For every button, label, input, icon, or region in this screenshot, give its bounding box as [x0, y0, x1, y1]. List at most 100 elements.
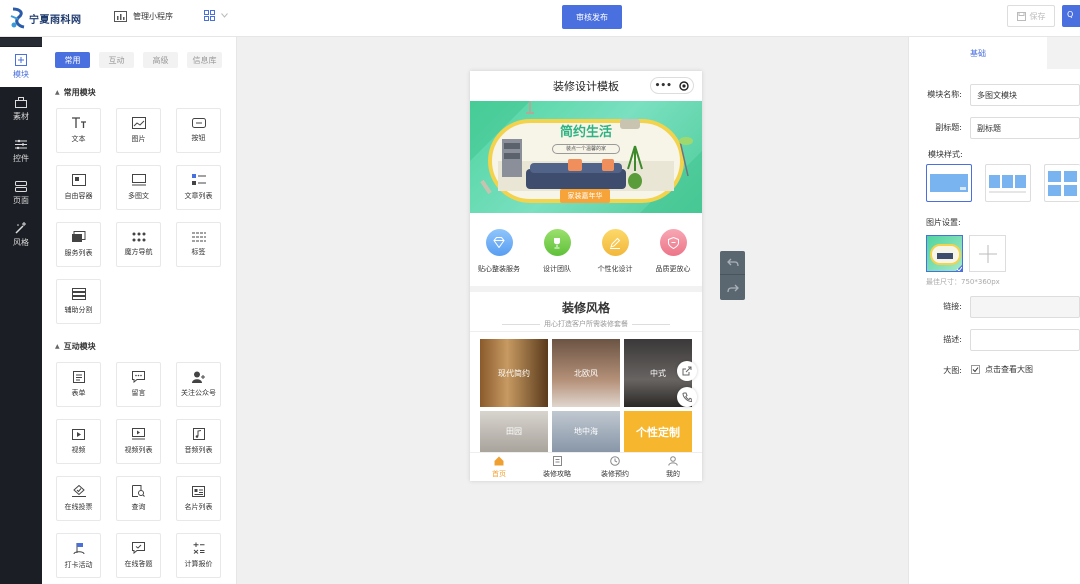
tab-advanced[interactable]: 高级 [143, 52, 178, 68]
banner-headline: 简约生活 [559, 125, 612, 140]
module-free-container[interactable]: 自由容器 [56, 165, 101, 210]
sidebar-item-style[interactable]: 风格 [0, 215, 42, 255]
undo-button[interactable] [720, 251, 745, 275]
feature-item[interactable]: 设计团队 [528, 229, 586, 274]
big-image-checkbox[interactable]: 点击查看大图 [971, 364, 1033, 375]
style-option-2[interactable] [985, 164, 1031, 202]
sidebar-item-page[interactable]: 页面 [0, 173, 42, 213]
tab-common[interactable]: 常用 [55, 52, 90, 68]
video-icon [72, 428, 85, 440]
tag-icon [191, 232, 206, 242]
pencil-icon [601, 229, 629, 256]
photo-nordic[interactable]: 北欧风 [552, 339, 620, 407]
sidebar-item-label: 页面 [13, 195, 29, 205]
module-button[interactable]: 按钮 [176, 108, 221, 153]
save-button[interactable]: 保存 [1007, 5, 1055, 27]
banner-button[interactable]: 家装嘉年华 [560, 189, 610, 203]
tabbar-guide[interactable]: 装修攻略 [528, 453, 586, 481]
photo-modern-simple[interactable]: 现代简约 [480, 339, 548, 407]
photo-mediterranean[interactable]: 地中海 [552, 411, 620, 452]
tab-interact[interactable]: 互动 [99, 52, 134, 68]
form-icon [72, 371, 85, 383]
tabbar-home[interactable]: 首页 [470, 453, 528, 481]
caret-icon: ▲ [55, 89, 60, 96]
interact-section-title[interactable]: ▲ 互动模块 [55, 341, 96, 352]
image-thumbnail[interactable] [926, 235, 963, 272]
module-text[interactable]: 文本 [56, 108, 101, 153]
publish-button[interactable]: 审核发布 [562, 5, 622, 29]
plus-icon [978, 244, 997, 263]
tab-basic[interactable]: 基础 [909, 37, 1047, 69]
link-input[interactable] [970, 296, 1080, 318]
section-subtitle-text: 用心打造客户所需装修套餐 [544, 320, 628, 328]
module-service-list[interactable]: 服务列表 [56, 222, 101, 267]
image-size-hint: 最佳尺寸：750*360px [926, 278, 1000, 286]
phone-preview[interactable]: 装修设计模板 ••• 简约生活 装点一个温馨的家 家装嘉年华 贴心整装服务 设计… [470, 71, 702, 481]
photo-custom[interactable]: 个性定制 [624, 411, 692, 452]
module-video-list[interactable]: 视频列表 [116, 419, 161, 464]
sidebar-item-material[interactable]: 素材 [0, 89, 42, 129]
module-label: 文章列表 [184, 192, 213, 200]
manage-miniprogram-link[interactable]: 管理小程序 [114, 11, 173, 22]
subtitle-input[interactable]: 副标题 [970, 117, 1080, 139]
share-float-button[interactable] [677, 361, 697, 381]
sidebar-item-control[interactable]: 控件 [0, 131, 42, 171]
feature-item[interactable]: 个性化设计 [586, 229, 644, 274]
module-article-list[interactable]: 文章列表 [176, 165, 221, 210]
image-setting-label: 图片设置: [926, 218, 961, 227]
style-option-3[interactable] [1044, 164, 1080, 202]
common-section-title[interactable]: ▲ 常用模块 [55, 87, 96, 98]
container-icon [71, 174, 86, 186]
module-vote[interactable]: 在线投票 [56, 476, 101, 521]
tabbar-mine[interactable]: 我的 [644, 453, 702, 481]
module-form[interactable]: 表单 [56, 362, 101, 407]
material-icon [15, 96, 27, 108]
sidebar-item-label: 模块 [13, 70, 29, 79]
module-quiz[interactable]: 在线答题 [116, 533, 161, 578]
video-list-icon [132, 428, 145, 440]
diamond-icon [485, 229, 513, 256]
module-name-input[interactable]: 多图文模块 [970, 84, 1080, 106]
apps-menu[interactable] [204, 10, 228, 21]
module-checkin[interactable]: 打卡活动 [56, 533, 101, 578]
page-icon [15, 180, 27, 192]
redo-button[interactable] [720, 276, 745, 300]
music-icon [192, 428, 205, 440]
module-quote-calc[interactable]: 计算报价 [176, 533, 221, 578]
module-video[interactable]: 视频 [56, 419, 101, 464]
preview-button[interactable]: Q [1062, 5, 1080, 27]
sidebar-item-module[interactable]: 模块 [0, 47, 42, 87]
module-tag[interactable]: 标签 [176, 222, 221, 267]
logo[interactable]: 宁夏雨科网 [10, 7, 82, 29]
module-image[interactable]: 图片 [116, 108, 161, 153]
module-message[interactable]: 留言 [116, 362, 161, 407]
photo-label: 个性定制 [636, 425, 680, 439]
feature-item[interactable]: 品质更放心 [644, 229, 702, 274]
phone-float-button[interactable] [677, 387, 697, 407]
module-card-list[interactable]: 名片列表 [176, 476, 221, 521]
module-multi-image-text[interactable]: 多图文 [116, 165, 161, 210]
photo-pastoral[interactable]: 田园 [480, 411, 548, 452]
tab-info[interactable]: 信息库 [187, 52, 222, 68]
module-cube-nav[interactable]: 魔方导航 [116, 222, 161, 267]
thumbnail-preview-icon [930, 244, 962, 271]
module-divider[interactable]: 辅助分割 [56, 279, 101, 324]
menu-capsule[interactable]: ••• [650, 77, 694, 94]
feature-item[interactable]: 贴心整装服务 [470, 229, 528, 274]
module-audio-list[interactable]: 音频列表 [176, 419, 221, 464]
module-follow-account[interactable]: 关注公众号 [176, 362, 221, 407]
module-query[interactable]: 查询 [116, 476, 161, 521]
description-input[interactable] [970, 329, 1080, 351]
tabbar-label: 装修预约 [601, 469, 629, 478]
add-image-button[interactable] [969, 235, 1006, 272]
history-controls [720, 251, 745, 300]
module-label: 服务列表 [64, 249, 93, 257]
manage-label: 管理小程序 [133, 12, 173, 21]
tabbar-booking[interactable]: 装修预约 [586, 453, 644, 481]
photo-label: 地中海 [574, 427, 598, 436]
style-grid-icon [1048, 171, 1077, 196]
tab-other[interactable] [1047, 37, 1080, 69]
section-separator [470, 286, 702, 292]
style-option-1[interactable] [926, 164, 972, 202]
banner-image[interactable]: 简约生活 装点一个温馨的家 家装嘉年华 [470, 101, 702, 213]
